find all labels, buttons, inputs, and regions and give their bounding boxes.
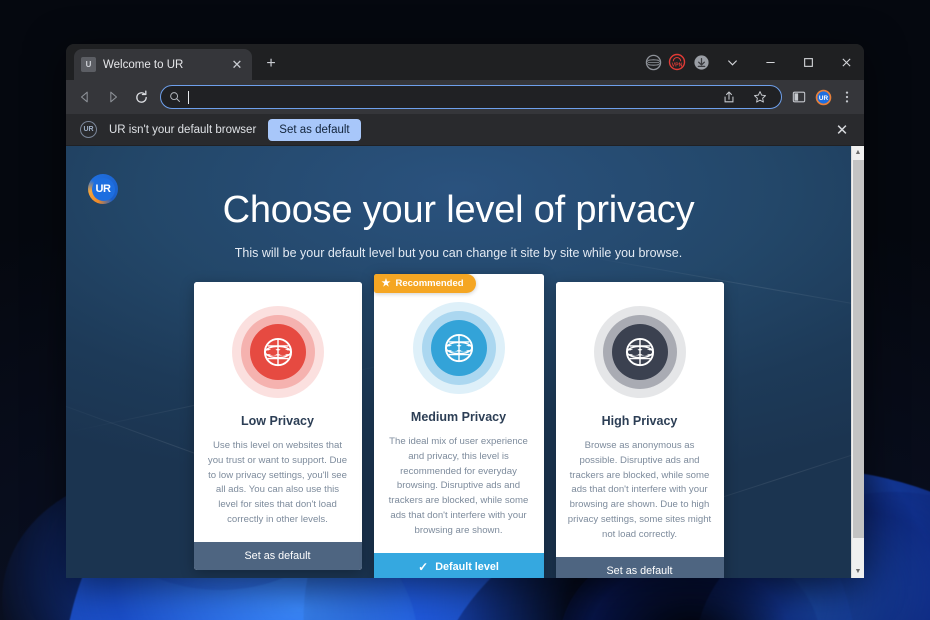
page-viewport: UR Choose your level of privacy This wil… bbox=[66, 146, 864, 578]
default-browser-infobar: UR UR isn't your default browser Set as … bbox=[66, 114, 864, 146]
tab-strip: U Welcome to UR ✕ + VPN bbox=[66, 44, 864, 80]
scroll-down-arrow[interactable]: ▼ bbox=[852, 565, 864, 578]
recommended-badge-label: Recommended bbox=[395, 277, 464, 289]
infobar-close-icon[interactable]: ✕ bbox=[830, 118, 854, 142]
ur-page-logo: UR bbox=[88, 174, 118, 204]
star-icon: ★ bbox=[381, 277, 391, 289]
welcome-page: UR Choose your level of privacy This wil… bbox=[66, 146, 851, 578]
default-level-button[interactable]: ✓ Default level bbox=[373, 552, 544, 578]
search-icon bbox=[169, 91, 181, 103]
reload-icon[interactable] bbox=[128, 84, 154, 110]
chevron-down-icon[interactable] bbox=[714, 44, 750, 80]
privacy-mask-icon[interactable] bbox=[642, 51, 664, 73]
browser-toolbar: UR bbox=[66, 80, 864, 114]
card-description: Browse as anonymous as possible. Disrupt… bbox=[567, 439, 712, 540]
page-subtitle: This will be your default level but you … bbox=[234, 245, 683, 260]
tab-title: Welcome to UR bbox=[103, 58, 184, 71]
card-description: The ideal mix of user experience and pri… bbox=[388, 435, 529, 536]
share-icon[interactable] bbox=[718, 86, 740, 108]
close-button[interactable] bbox=[828, 44, 864, 80]
maximize-button[interactable] bbox=[790, 44, 826, 80]
three-dot-menu-icon[interactable] bbox=[836, 86, 858, 108]
side-panel-icon[interactable] bbox=[788, 86, 810, 108]
star-icon[interactable] bbox=[749, 86, 771, 108]
tab-close-icon[interactable]: ✕ bbox=[229, 57, 245, 73]
privacy-card-high[interactable]: High Privacy Browse as anonymous as poss… bbox=[555, 281, 724, 578]
check-icon: ✓ bbox=[418, 559, 429, 574]
back-icon[interactable] bbox=[72, 84, 98, 110]
page-scrollbar[interactable]: ▲ ▼ bbox=[851, 146, 864, 578]
card-title: Medium Privacy bbox=[410, 409, 507, 424]
vpn-icon[interactable]: VPN bbox=[666, 51, 688, 73]
browser-window: U Welcome to UR ✕ + VPN UR UR UR isn't y… bbox=[66, 44, 864, 578]
card-description: Use this level on websites that you trus… bbox=[207, 439, 348, 526]
privacy-card-medium[interactable]: ★ Recommended Medium Privacy The ideal m… bbox=[373, 273, 544, 578]
svg-text:VPN: VPN bbox=[672, 63, 683, 69]
scrollbar-track[interactable] bbox=[852, 539, 864, 565]
recommended-badge: ★ Recommended bbox=[373, 273, 476, 293]
privacy-mask-icon-medium bbox=[412, 301, 505, 394]
profile-avatar[interactable]: UR bbox=[812, 86, 834, 108]
omnibox-right-icons bbox=[718, 86, 773, 108]
scroll-up-arrow[interactable]: ▲ bbox=[852, 146, 864, 159]
card-title: Low Privacy bbox=[241, 413, 314, 428]
infobar-message: UR isn't your default browser bbox=[109, 123, 257, 136]
forward-icon[interactable] bbox=[100, 84, 126, 110]
set-as-default-low-button[interactable]: Set as default bbox=[193, 541, 362, 570]
text-caret bbox=[188, 90, 189, 104]
download-icon[interactable] bbox=[690, 51, 712, 73]
tab-welcome-to-ur[interactable]: U Welcome to UR ✕ bbox=[74, 49, 252, 80]
privacy-mask-icon-low bbox=[231, 305, 324, 398]
titlebar-right-icons: VPN bbox=[642, 44, 864, 80]
default-level-label: Default level bbox=[435, 560, 499, 573]
scrollbar-thumb[interactable] bbox=[852, 160, 864, 538]
privacy-mask-icon-high bbox=[593, 305, 686, 398]
set-as-default-high-button[interactable]: Set as default bbox=[555, 556, 724, 578]
ur-logo-icon: UR bbox=[80, 121, 97, 138]
new-tab-button[interactable]: + bbox=[258, 51, 284, 77]
tab-favicon: U bbox=[81, 57, 96, 72]
minimize-button[interactable] bbox=[752, 44, 788, 80]
privacy-card-low[interactable]: Low Privacy Use this level on websites t… bbox=[193, 281, 362, 570]
address-bar[interactable] bbox=[160, 85, 782, 109]
page-title: Choose your level of privacy bbox=[222, 189, 695, 231]
privacy-level-cards: Low Privacy Use this level on websites t… bbox=[193, 273, 724, 578]
svg-text:UR: UR bbox=[818, 94, 828, 101]
set-as-default-button[interactable]: Set as default bbox=[268, 118, 361, 141]
ur-logo-text: UR bbox=[91, 177, 115, 201]
card-title: High Privacy bbox=[601, 413, 678, 428]
